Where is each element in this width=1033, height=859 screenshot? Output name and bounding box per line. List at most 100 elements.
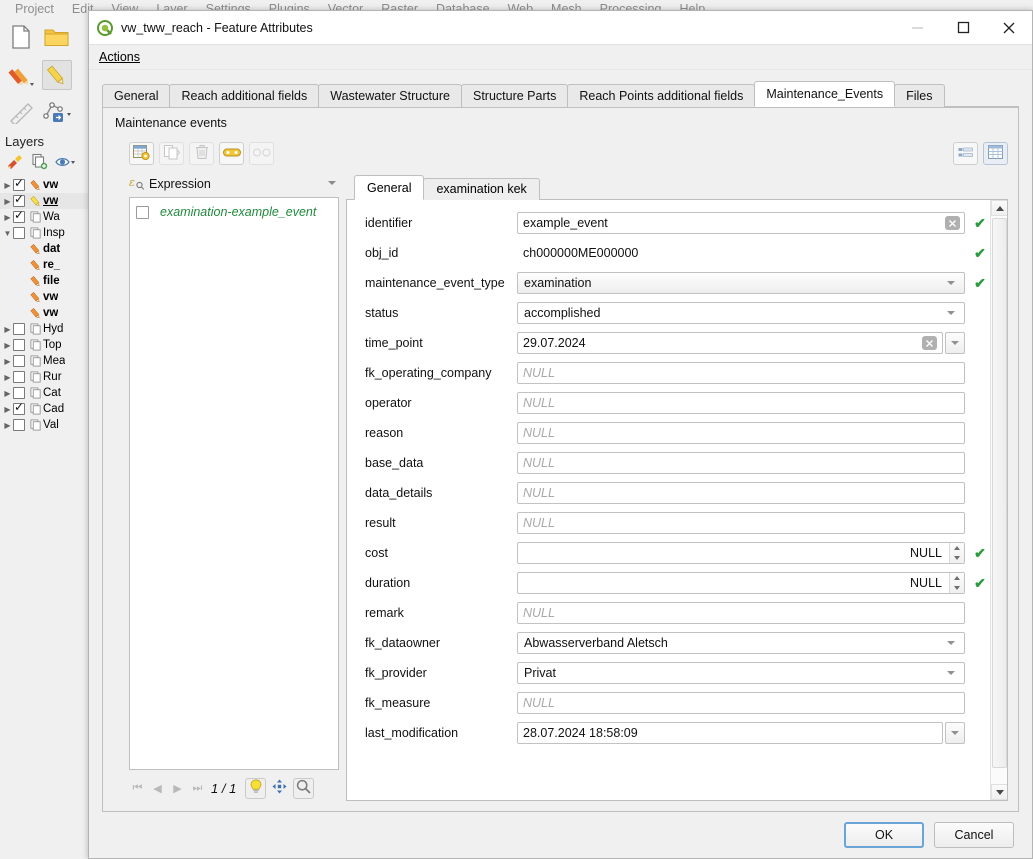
combobox-maintenance_event_type[interactable]: examination (517, 272, 965, 294)
unlink-feature-button[interactable] (249, 142, 274, 165)
spinbox-duration[interactable] (517, 572, 965, 594)
date-input-time_point[interactable] (517, 332, 943, 354)
actions-menu-item[interactable]: Actions (99, 50, 140, 64)
layer-tree-item[interactable]: ▶ Cat (0, 385, 95, 401)
text-input-reason[interactable] (517, 422, 965, 444)
layer-tree-item[interactable]: ▶ Mea (0, 353, 95, 369)
layer-tree-item[interactable]: ▶ Hyd (0, 321, 95, 337)
scroll-up-button[interactable] (991, 200, 1007, 216)
relation-editor-toolbar[interactable] (129, 142, 274, 165)
layer-visibility-checkbox[interactable] (13, 401, 25, 415)
highlight-feature-button[interactable] (245, 777, 267, 799)
layer-visibility-checkbox[interactable] (13, 209, 25, 223)
stepper-down-button[interactable] (950, 583, 964, 593)
layer-visibility-checkbox[interactable] (13, 339, 25, 351)
measure-tool-button[interactable] (6, 98, 36, 128)
text-input-data_details[interactable] (517, 482, 965, 504)
relation-view-toggle[interactable] (953, 142, 1008, 165)
text-input-operator[interactable] (517, 392, 965, 414)
layer-visibility-checkbox[interactable] (13, 419, 25, 431)
layer-visibility-checkbox[interactable] (13, 355, 25, 367)
text-input-base_data[interactable] (517, 452, 965, 474)
add-group-icon[interactable] (31, 153, 48, 173)
scrollbar-thumb[interactable] (992, 218, 1007, 768)
clear-button[interactable] (922, 336, 937, 350)
spinbox-stepper-duration[interactable] (949, 573, 964, 593)
spinbox-stepper-cost[interactable] (949, 543, 964, 563)
toggle-editing-button[interactable] (42, 60, 72, 90)
close-button[interactable] (986, 11, 1032, 44)
layer-tree-item[interactable]: vw (0, 289, 95, 305)
feature-list-navigation[interactable]: ⏮ ◀ ▶ ⏭ 1 / 1 (129, 775, 339, 801)
first-feature-button[interactable]: ⏮ (129, 779, 146, 797)
layer-visibility-checkbox[interactable] (13, 323, 25, 335)
inner-tab-bar[interactable]: General examination kek (346, 174, 1008, 200)
layer-tree-item[interactable]: ▶ Val (0, 417, 95, 433)
stepper-down-button[interactable] (950, 553, 964, 563)
last-feature-button[interactable]: ⏭ (189, 779, 206, 797)
date-dropdown-button[interactable] (945, 332, 965, 354)
ok-button[interactable]: OK (844, 822, 924, 848)
clear-button[interactable] (945, 216, 960, 230)
tab-wastewater-structure[interactable]: Wastewater Structure (318, 84, 462, 107)
open-project-button[interactable] (42, 22, 72, 52)
layers-tree[interactable]: ▶ vw ▶ vw ▶ Wa ▼ Insp dat re_file vw vw ▶ Hyd ▶ Top ▶ Mea… (0, 177, 95, 433)
minimize-button[interactable] (894, 11, 940, 44)
text-input-identifier[interactable] (517, 212, 965, 234)
layer-tree-item[interactable]: ▶ vw (0, 177, 95, 193)
table-view-button[interactable] (983, 142, 1008, 165)
feature-checkbox[interactable] (136, 205, 149, 219)
related-feature-list[interactable]: examination-example_event (129, 197, 339, 770)
inner-tab-examination-kek[interactable]: examination kek (423, 178, 540, 200)
pan-to-feature-button[interactable] (269, 778, 290, 799)
text-input-result[interactable] (517, 512, 965, 534)
text-input-obj_id[interactable] (517, 242, 965, 264)
next-feature-button[interactable]: ▶ (169, 779, 186, 797)
date-input-last_modification[interactable] (517, 722, 943, 744)
delete-child-feature-button[interactable] (189, 142, 214, 165)
tab-maintenance-events[interactable]: Maintenance_Events (754, 81, 896, 107)
tab-reach-additional-fields[interactable]: Reach additional fields (169, 84, 320, 107)
menu-item-project[interactable]: Project (6, 2, 63, 16)
expression-selector[interactable]: ε Expression (129, 174, 339, 194)
text-input-remark[interactable] (517, 602, 965, 624)
form-view-button[interactable] (953, 142, 978, 165)
date-dropdown-button[interactable] (945, 722, 965, 744)
link-feature-button[interactable] (219, 142, 244, 165)
actions-menu-bar[interactable]: Actions (89, 45, 1032, 70)
layer-tree-item[interactable]: file (0, 273, 95, 289)
manage-visibility-icon[interactable] (55, 155, 75, 172)
style-manager-icon[interactable] (6, 154, 24, 173)
attribute-form-tab-bar[interactable]: General Reach additional fields Wastewater… (89, 81, 1032, 107)
vertex-tool-button[interactable] (42, 98, 72, 128)
layer-visibility-checkbox[interactable] (13, 371, 25, 383)
layer-tree-item[interactable]: ▶ Cad (0, 401, 95, 417)
combobox-status[interactable]: accomplished (517, 302, 965, 324)
layer-tree-item[interactable]: re_ (0, 257, 95, 273)
previous-feature-button[interactable]: ◀ (149, 779, 166, 797)
text-input-fk_operating_company[interactable] (517, 362, 965, 384)
duplicate-child-feature-button[interactable] (159, 142, 184, 165)
spinbox-cost[interactable] (517, 542, 965, 564)
layer-visibility-checkbox[interactable] (13, 177, 25, 191)
cancel-button[interactable]: Cancel (934, 822, 1014, 848)
tab-general[interactable]: General (102, 84, 171, 107)
form-scrollbar[interactable] (990, 200, 1007, 800)
chevron-down-icon[interactable] (328, 181, 336, 185)
tab-reach-points-additional-fields[interactable]: Reach Points additional fields (567, 84, 756, 107)
layer-visibility-checkbox[interactable] (13, 387, 25, 399)
layer-visibility-checkbox[interactable] (13, 193, 25, 207)
stepper-up-button[interactable] (950, 573, 964, 583)
layer-tree-item[interactable]: ▶ Wa (0, 209, 95, 225)
layer-tree-item[interactable]: dat (0, 241, 95, 257)
add-child-feature-button[interactable] (129, 142, 154, 165)
toggle-editing-all-button[interactable] (6, 60, 36, 90)
layer-tree-item[interactable]: ▶ vw (0, 193, 95, 209)
feature-list-item[interactable]: examination-example_event (130, 203, 338, 221)
text-input-fk_measure[interactable] (517, 692, 965, 714)
combobox-fk_provider[interactable]: Privat (517, 662, 965, 684)
layer-tree-item[interactable]: vw (0, 305, 95, 321)
layer-tree-item[interactable]: ▶ Rur (0, 369, 95, 385)
stepper-up-button[interactable] (950, 543, 964, 553)
combobox-fk_dataowner[interactable]: Abwasserverband Aletsch (517, 632, 965, 654)
